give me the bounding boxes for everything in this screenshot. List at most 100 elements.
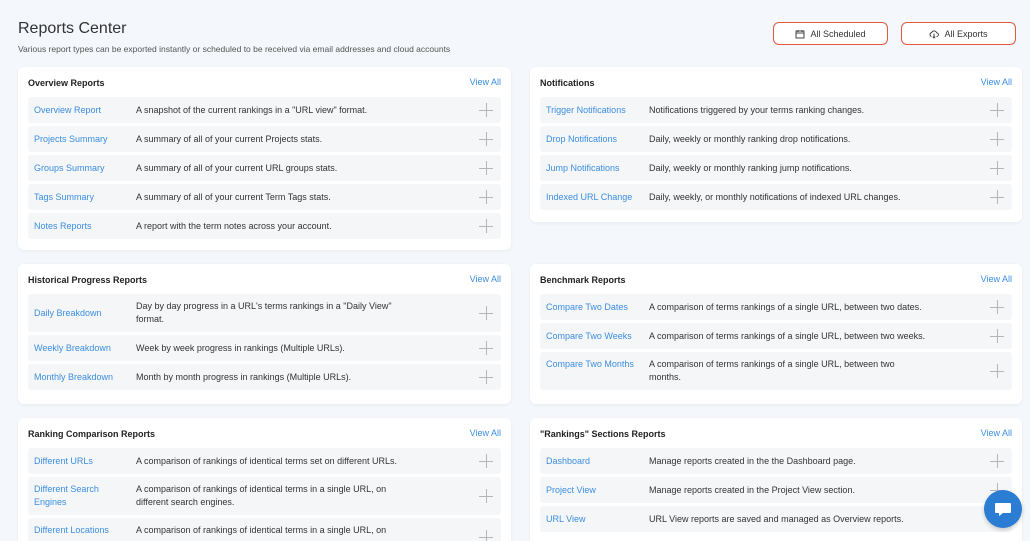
report-description: Daily, weekly, or monthly notifications … bbox=[649, 191, 901, 202]
list-item: Compare Two Weeks A comparison of terms r… bbox=[540, 323, 1012, 349]
report-link[interactable]: Projects Summary bbox=[34, 133, 136, 146]
report-link[interactable]: Compare Two Months bbox=[546, 352, 649, 371]
list-item: URL View URL View reports are saved and m… bbox=[540, 506, 1012, 532]
card-title: Ranking Comparison Reports bbox=[28, 429, 156, 439]
plus-icon[interactable] bbox=[990, 364, 1004, 378]
list-item: Different Search Engines A comparison of … bbox=[28, 477, 501, 515]
plus-icon[interactable] bbox=[479, 219, 493, 233]
report-link[interactable]: Different URLs bbox=[34, 455, 136, 468]
report-description: A comparison of terms rankings of a sing… bbox=[649, 330, 926, 341]
report-link[interactable]: Project View bbox=[546, 484, 649, 497]
card-title: Benchmark Reports bbox=[540, 275, 626, 285]
plus-icon[interactable] bbox=[479, 454, 493, 468]
report-description: Daily, weekly or monthly ranking jump no… bbox=[649, 162, 852, 173]
report-description: A comparison of rankings of identical te… bbox=[136, 484, 387, 507]
plus-icon[interactable] bbox=[479, 306, 493, 320]
plus-icon[interactable] bbox=[479, 489, 493, 503]
plus-icon[interactable] bbox=[990, 190, 1004, 204]
list-item: Drop Notifications Daily, weekly or month… bbox=[540, 126, 1012, 152]
view-all-link[interactable]: View All bbox=[981, 428, 1012, 438]
plus-icon[interactable] bbox=[990, 161, 1004, 175]
view-all-link[interactable]: View All bbox=[981, 77, 1012, 87]
plus-icon[interactable] bbox=[990, 103, 1004, 117]
report-link[interactable]: Monthly Breakdown bbox=[34, 371, 136, 384]
all-scheduled-label: All Scheduled bbox=[810, 28, 866, 39]
report-link[interactable]: Notes Reports bbox=[34, 220, 136, 233]
list-item: Notes Reports A report with the term note… bbox=[28, 213, 501, 239]
all-exports-label: All Exports bbox=[944, 28, 988, 39]
list-item: Overview Report A snapshot of the current… bbox=[28, 97, 501, 123]
plus-icon[interactable] bbox=[479, 370, 493, 384]
report-link[interactable]: Groups Summary bbox=[34, 162, 136, 175]
all-scheduled-button[interactable]: All Scheduled bbox=[773, 22, 888, 45]
list-item: Weekly Breakdown Week by week progress in… bbox=[28, 335, 501, 361]
list-item: Projects Summary A summary of all of your… bbox=[28, 126, 501, 152]
ranking-comparison-card: Ranking Comparison Reports View All Diff… bbox=[18, 418, 511, 541]
list-item: Compare Two Dates A comparison of terms r… bbox=[540, 294, 1012, 320]
view-all-link[interactable]: View All bbox=[981, 274, 1012, 284]
report-description: Manage reports created in the the Dashbo… bbox=[649, 455, 856, 466]
report-link[interactable]: Indexed URL Change bbox=[546, 191, 649, 204]
card-title: "Rankings" Sections Reports bbox=[540, 429, 666, 439]
report-link[interactable]: Overview Report bbox=[34, 104, 136, 117]
plus-icon[interactable] bbox=[479, 132, 493, 146]
all-exports-button[interactable]: All Exports bbox=[901, 22, 1016, 45]
report-link[interactable]: Trigger Notifications bbox=[546, 104, 649, 117]
plus-icon[interactable] bbox=[479, 161, 493, 175]
plus-icon[interactable] bbox=[479, 530, 493, 541]
report-link[interactable]: Different Locations bbox=[34, 518, 136, 537]
report-description: A comparison of terms rankings of a sing… bbox=[649, 301, 922, 312]
card-title: Notifications bbox=[540, 78, 595, 88]
view-all-link[interactable]: View All bbox=[470, 77, 501, 87]
report-link[interactable]: Drop Notifications bbox=[546, 133, 649, 146]
card-title: Overview Reports bbox=[28, 78, 105, 88]
list-item: Jump Notifications Daily, weekly or month… bbox=[540, 155, 1012, 181]
historical-progress-card: Historical Progress Reports View All Dai… bbox=[18, 264, 511, 404]
view-all-link[interactable]: View All bbox=[470, 428, 501, 438]
plus-icon[interactable] bbox=[479, 341, 493, 355]
report-link[interactable]: Compare Two Weeks bbox=[546, 330, 649, 343]
list-item: Dashboard Manage reports created in the t… bbox=[540, 448, 1012, 474]
list-item: Different Locations A comparison of ranki… bbox=[28, 518, 501, 541]
benchmark-reports-card: Benchmark Reports View All Compare Two D… bbox=[530, 264, 1022, 404]
report-description: A summary of all of your current Project… bbox=[136, 133, 323, 144]
calendar-icon bbox=[796, 29, 805, 38]
list-item: Trigger Notifications Notifications trigg… bbox=[540, 97, 1012, 123]
plus-icon[interactable] bbox=[479, 190, 493, 204]
list-item: Compare Two Months A comparison of terms … bbox=[540, 352, 1012, 390]
report-description: Daily, weekly or monthly ranking drop no… bbox=[649, 133, 851, 144]
report-link[interactable]: Weekly Breakdown bbox=[34, 342, 136, 355]
report-description: A comparison of terms rankings of a sing… bbox=[649, 359, 895, 382]
plus-icon[interactable] bbox=[990, 300, 1004, 314]
report-description: Day by day progress in a URL's terms ran… bbox=[136, 301, 392, 324]
report-link[interactable]: URL View bbox=[546, 513, 649, 526]
report-description: A snapshot of the current rankings in a … bbox=[136, 104, 368, 115]
plus-icon[interactable] bbox=[990, 454, 1004, 468]
report-link[interactable]: Tags Summary bbox=[34, 191, 136, 204]
report-description: Month by month progress in rankings (Mul… bbox=[136, 371, 352, 382]
report-link[interactable]: Daily Breakdown bbox=[34, 307, 136, 320]
chat-bubble-icon bbox=[995, 503, 1011, 516]
plus-icon[interactable] bbox=[990, 329, 1004, 343]
report-description: Week by week progress in rankings (Multi… bbox=[136, 342, 345, 353]
report-link[interactable]: Different Search Engines bbox=[34, 483, 136, 509]
chat-button[interactable] bbox=[984, 490, 1022, 528]
report-description: Manage reports created in the Project Vi… bbox=[649, 484, 855, 495]
list-item: Indexed URL Change Daily, weekly, or mont… bbox=[540, 184, 1012, 210]
list-item: Different URLs A comparison of rankings o… bbox=[28, 448, 501, 474]
plus-icon[interactable] bbox=[479, 103, 493, 117]
view-all-link[interactable]: View All bbox=[470, 274, 501, 284]
overview-reports-card: Overview Reports View All Overview Repor… bbox=[18, 67, 511, 250]
rankings-sections-card: "Rankings" Sections Reports View All Das… bbox=[530, 418, 1022, 541]
report-link[interactable]: Jump Notifications bbox=[546, 162, 649, 175]
report-link[interactable]: Compare Two Dates bbox=[546, 301, 649, 314]
report-description: URL View reports are saved and managed a… bbox=[649, 513, 904, 524]
report-description: A report with the term notes across your… bbox=[136, 220, 332, 231]
report-description: Notifications triggered by your terms ra… bbox=[649, 104, 865, 115]
report-link[interactable]: Dashboard bbox=[546, 455, 649, 468]
page-header: Reports Center Various report types can … bbox=[18, 20, 450, 54]
list-item: Tags Summary A summary of all of your cur… bbox=[28, 184, 501, 210]
card-title: Historical Progress Reports bbox=[28, 275, 148, 285]
plus-icon[interactable] bbox=[990, 132, 1004, 146]
page-title: Reports Center bbox=[18, 20, 127, 37]
